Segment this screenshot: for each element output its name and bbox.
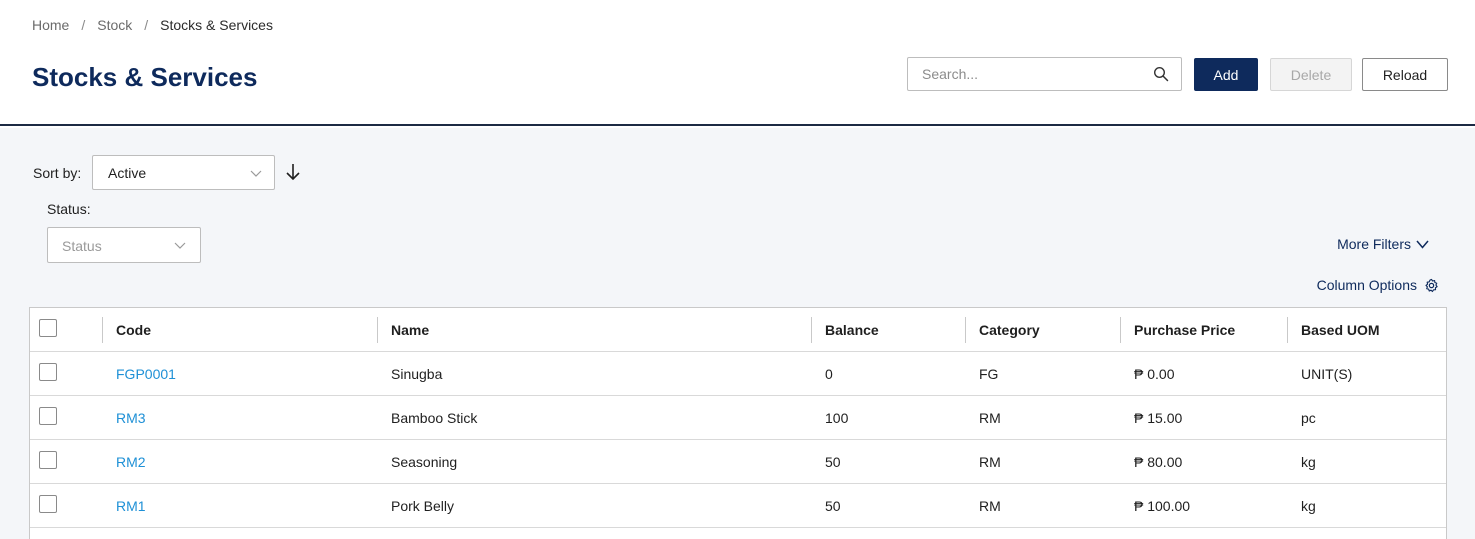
row-code-link[interactable]: FGP0001: [116, 352, 176, 395]
table-row[interactable]: RM2 Seasoning 50 RM ₱ 80.00 kg: [30, 440, 1446, 484]
row-balance: 50: [825, 453, 841, 470]
row-name: Bamboo Stick: [391, 409, 478, 426]
status-select[interactable]: Status: [47, 227, 201, 263]
breadcrumb-separator: /: [144, 17, 149, 33]
column-header-code[interactable]: Code: [116, 308, 151, 351]
select-all-checkbox[interactable]: [39, 319, 57, 337]
row-based-uom: UNIT(S): [1301, 365, 1353, 382]
row-purchase-price: ₱ 80.00: [1134, 453, 1183, 470]
row-purchase-price: ₱ 0.00: [1134, 365, 1175, 382]
stocks-table: Code Name Balance Category Purchase Pric…: [29, 307, 1447, 539]
status-select-placeholder: Status: [62, 238, 102, 254]
column-divider: [102, 317, 103, 343]
column-divider: [811, 317, 812, 343]
table-header-row: Code Name Balance Category Purchase Pric…: [30, 308, 1446, 352]
column-options-button[interactable]: Column Options: [1317, 277, 1439, 293]
row-category: RM: [979, 409, 1001, 426]
row-category: FG: [979, 365, 999, 382]
column-divider: [377, 317, 378, 343]
delete-button[interactable]: Delete: [1270, 58, 1352, 91]
row-balance: 0: [825, 365, 833, 382]
row-checkbox[interactable]: [39, 495, 57, 513]
column-header-category[interactable]: Category: [979, 308, 1040, 351]
row-name: Pork Belly: [391, 497, 455, 514]
page-title: Stocks & Services: [32, 62, 258, 92]
status-filter-label: Status:: [47, 201, 91, 217]
column-header-name[interactable]: Name: [391, 308, 429, 351]
content-area: Sort by: Active Status: Status More Filt…: [0, 128, 1475, 539]
sort-label: Sort by:: [33, 165, 82, 181]
row-checkbox[interactable]: [39, 451, 57, 469]
row-based-uom: kg: [1301, 453, 1316, 470]
row-purchase-price: ₱ 15.00: [1134, 409, 1183, 426]
chevron-down-icon: [250, 170, 262, 177]
breadcrumb-stock[interactable]: Stock: [97, 17, 132, 33]
more-filters-toggle[interactable]: More Filters: [1337, 236, 1429, 252]
row-code-link[interactable]: RM1: [116, 484, 146, 527]
row-based-uom: pc: [1301, 409, 1316, 426]
breadcrumb-separator: /: [81, 17, 86, 33]
row-purchase-price: ₱ 100.00: [1134, 497, 1191, 514]
column-header-balance[interactable]: Balance: [825, 308, 879, 351]
breadcrumb: Home / Stock / Stocks & Services: [32, 17, 273, 33]
row-category: RM: [979, 453, 1001, 470]
column-divider: [1287, 317, 1288, 343]
table-row[interactable]: FGP0001 Sinugba 0 FG ₱ 0.00 UNIT(S): [30, 352, 1446, 396]
chevron-down-icon: [174, 242, 186, 249]
row-name: Seasoning: [391, 453, 458, 470]
search-input[interactable]: [908, 58, 1138, 90]
arrow-down-icon[interactable]: [284, 162, 302, 182]
column-divider: [965, 317, 966, 343]
row-balance: 100: [825, 409, 849, 426]
row-checkbox[interactable]: [39, 363, 57, 381]
row-name: Sinugba: [391, 365, 443, 382]
row-code-link[interactable]: RM3: [116, 396, 146, 439]
search-box: [907, 57, 1182, 91]
column-header-purchase-price[interactable]: Purchase Price: [1134, 308, 1235, 351]
more-filters-label: More Filters: [1337, 236, 1411, 252]
table-row[interactable]: RM3 Bamboo Stick 100 RM ₱ 15.00 pc: [30, 396, 1446, 440]
sort-select[interactable]: Active: [92, 155, 275, 190]
column-options-label: Column Options: [1316, 277, 1417, 293]
reload-button[interactable]: Reload: [1362, 58, 1448, 91]
table-row[interactable]: RM1 Pork Belly 50 RM ₱ 100.00 kg: [30, 484, 1446, 528]
row-checkbox[interactable]: [39, 407, 57, 425]
column-divider: [1120, 317, 1121, 343]
add-button[interactable]: Add: [1194, 58, 1258, 91]
breadcrumb-home[interactable]: Home: [32, 17, 69, 33]
row-code-link[interactable]: RM2: [116, 440, 146, 483]
column-header-based-uom[interactable]: Based UOM: [1301, 308, 1380, 351]
breadcrumb-current: Stocks & Services: [160, 17, 273, 33]
sort-select-value: Active: [108, 165, 147, 181]
chevron-down-icon: [1416, 240, 1429, 249]
gear-icon: [1425, 278, 1438, 292]
page-header: Home / Stock / Stocks & Services Stocks …: [0, 0, 1475, 126]
row-category: RM: [979, 497, 1001, 514]
row-balance: 50: [825, 497, 841, 514]
search-icon[interactable]: [1153, 66, 1169, 82]
row-based-uom: kg: [1301, 497, 1316, 514]
